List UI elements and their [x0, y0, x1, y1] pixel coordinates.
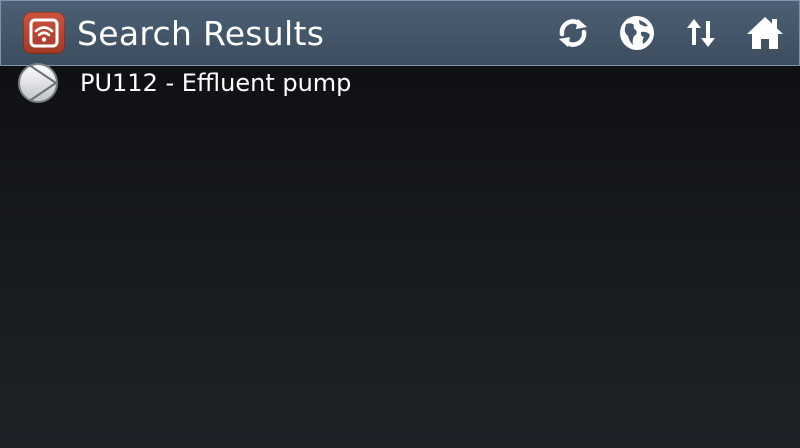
page-title: Search Results [77, 13, 325, 53]
search-results-list: PU112 - Effluent pump [0, 63, 800, 130]
refresh-button[interactable] [541, 1, 605, 65]
sort-button[interactable] [669, 1, 733, 65]
wifi-app-logo-icon[interactable] [23, 12, 65, 54]
home-button[interactable] [733, 1, 797, 65]
result-label: PU112 - Effluent pump [80, 69, 352, 97]
globe-button[interactable] [605, 1, 669, 65]
pump-icon [18, 63, 58, 103]
sort-arrows-icon [687, 19, 715, 47]
home-icon [747, 17, 783, 49]
list-item[interactable]: PU112 - Effluent pump [0, 63, 800, 130]
refresh-icon [559, 19, 587, 47]
action-bar: Search Results [0, 0, 800, 66]
globe-icon [620, 16, 654, 50]
